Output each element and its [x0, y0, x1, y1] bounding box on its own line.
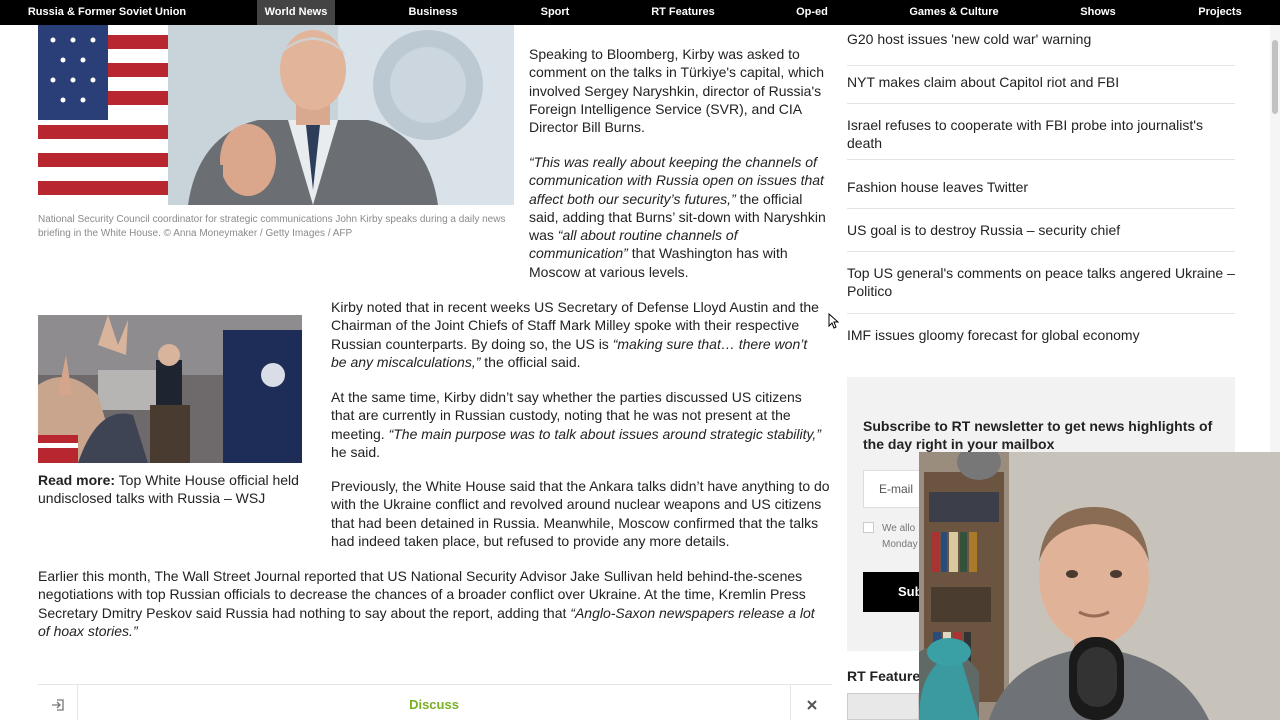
- article-paragraph-3: Kirby noted that in recent weeks US Secr…: [331, 298, 823, 371]
- login-icon: [51, 699, 64, 711]
- paragraph-text: the official said.: [480, 353, 581, 370]
- feature-thumbnail[interactable]: [847, 693, 919, 720]
- paragraph-text: he said.: [331, 443, 381, 460]
- newsletter-title: Subscribe to RT newsletter to get news h…: [863, 418, 1213, 452]
- article-paragraph-5: Previously, the White House said that th…: [331, 478, 830, 549]
- nav-item-business[interactable]: Business: [400, 0, 466, 25]
- sidebar-headline[interactable]: Israel refuses to cooperate with FBI pro…: [847, 116, 1235, 160]
- discuss-button[interactable]: Discuss: [78, 685, 790, 720]
- sidebar-headline[interactable]: IMF issues gloomy forecast for global ec…: [847, 326, 1235, 346]
- nav-item-world-news[interactable]: World News: [257, 0, 335, 25]
- top-nav: Russia & Former Soviet Union World News …: [0, 0, 1280, 25]
- nav-item-games-culture[interactable]: Games & Culture: [903, 0, 1005, 25]
- sidebar-headline[interactable]: Fashion house leaves Twitter: [847, 178, 1235, 209]
- nav-item-sport[interactable]: Sport: [530, 0, 580, 25]
- nav-item-rt-features[interactable]: RT Features: [645, 0, 721, 25]
- read-more-thumbnail[interactable]: [38, 315, 302, 463]
- article-paragraph-2: “This was really about keeping the chann…: [529, 153, 831, 281]
- read-more[interactable]: Read more: Top White House official held…: [38, 471, 302, 508]
- photo-caption: National Security Council coordinator fo…: [38, 214, 506, 239]
- sidebar-headline[interactable]: G20 host issues 'new cold war' warning: [847, 30, 1235, 66]
- article-paragraph-1: Speaking to Bloomberg, Kirby was asked t…: [529, 46, 824, 136]
- quote-strategic-stability: “The main purpose was to talk about issu…: [388, 425, 821, 442]
- nav-item-projects[interactable]: Projects: [1190, 0, 1250, 25]
- login-button[interactable]: [38, 685, 78, 720]
- sidebar-headline[interactable]: Top US general's comments on peace talks…: [847, 264, 1235, 314]
- scrollbar-thumb[interactable]: [1272, 40, 1278, 114]
- nav-item-op-ed[interactable]: Op-ed: [788, 0, 836, 25]
- article-photo-kirby: [38, 25, 514, 205]
- article-paragraph-6: Earlier this month, The Wall Street Jour…: [38, 567, 830, 640]
- webcam-overlay: [919, 452, 1280, 720]
- article-paragraph-4: At the same time, Kirby didn’t say wheth…: [331, 388, 823, 461]
- rt-features-heading: RT Feature: [847, 668, 921, 684]
- consent-checkbox[interactable]: [863, 522, 874, 533]
- sidebar-headline[interactable]: US goal is to destroy Russia – security …: [847, 221, 1235, 252]
- nav-item-shows[interactable]: Shows: [1072, 0, 1124, 25]
- sidebar-headline[interactable]: NYT makes claim about Capitol riot and F…: [847, 73, 1235, 104]
- mouse-cursor-icon: [828, 313, 839, 329]
- read-more-label: Read more:: [38, 472, 116, 488]
- close-button[interactable]: [790, 685, 832, 720]
- close-icon: [806, 700, 817, 710]
- discuss-bar: Discuss: [38, 684, 832, 720]
- nav-item-russia[interactable]: Russia & Former Soviet Union: [18, 0, 196, 25]
